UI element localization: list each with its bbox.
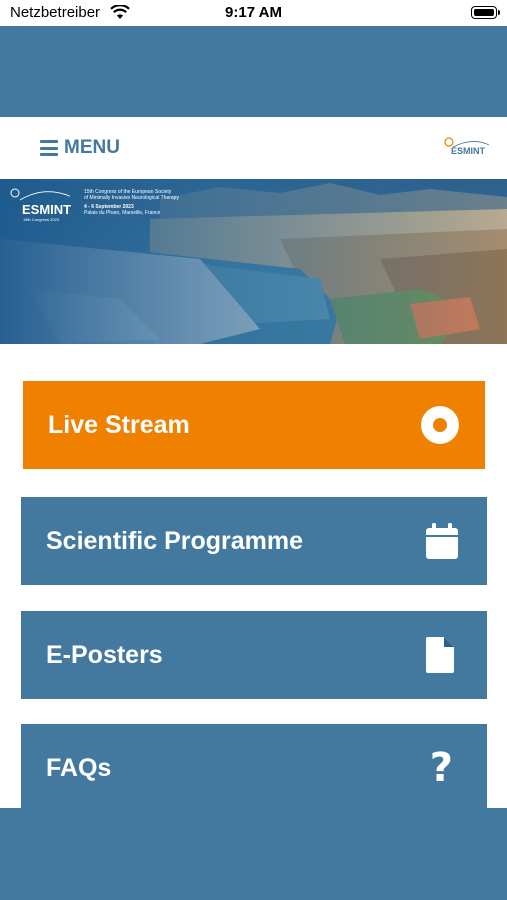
banner-line-4: Palais du Pharo, Marseille, France [84, 210, 161, 216]
scientific-programme-label: Scientific Programme [46, 526, 304, 555]
battery-icon [471, 6, 500, 19]
record-circle-icon [421, 406, 459, 444]
banner-city-image [0, 179, 507, 344]
banner-text: 15th Congress of the European Society of… [84, 189, 179, 216]
e-posters-tile[interactable]: E-Posters [21, 611, 487, 699]
status-bar: Netzbetreiber 9:17 AM [0, 0, 507, 26]
menu-button[interactable]: MENU [40, 137, 120, 159]
live-stream-label: Live Stream [48, 410, 190, 439]
question-mark-icon: ? [429, 745, 453, 791]
calendar-icon [426, 523, 458, 559]
banner-logo-text: ESMINT [22, 202, 72, 217]
header-band [0, 26, 507, 117]
scientific-programme-tile[interactable]: Scientific Programme [21, 497, 487, 585]
esmint-logo: ESMINT [444, 137, 490, 156]
e-posters-label: E-Posters [46, 640, 163, 669]
faqs-tile[interactable]: FAQs ? [21, 724, 487, 812]
banner-logo-sub: 15th Congress 2023 [23, 217, 60, 222]
menu-label: MENU [64, 137, 120, 158]
hamburger-icon [40, 140, 58, 156]
header-logo-text: ESMINT [451, 146, 486, 156]
banner-line-2: of Minimally Invasive Neurological Thera… [84, 195, 179, 201]
document-icon [426, 637, 454, 673]
live-stream-tile[interactable]: Live Stream [23, 381, 485, 469]
menu-bar: MENU ESMINT [0, 117, 507, 179]
banner-logo: ESMINT 15th Congress 2023 [10, 187, 73, 228]
footer-band [0, 808, 507, 900]
faqs-label: FAQs [46, 753, 112, 782]
status-time: 9:17 AM [225, 4, 282, 21]
congress-banner: ESMINT 15th Congress 2023 15th Congress … [0, 179, 507, 344]
